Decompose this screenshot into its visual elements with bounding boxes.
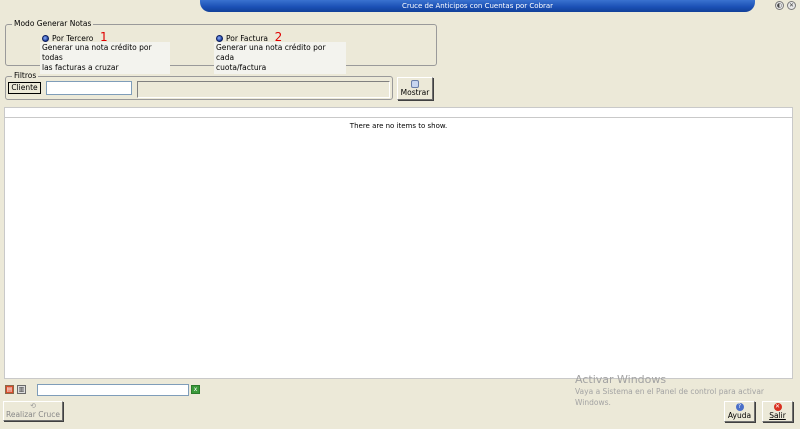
window-title: Cruce de Anticipos con Cuentas por Cobra… — [200, 0, 755, 12]
cliente-button[interactable]: Cliente — [8, 82, 41, 94]
por-factura-description: Generar una nota crédito por cada cuota/… — [214, 42, 346, 74]
radio-por-tercero[interactable] — [42, 35, 49, 42]
collapse-all-icon[interactable]: ▥ — [17, 385, 26, 394]
empty-message: There are no items to show. — [349, 122, 448, 130]
cliente-name-field — [137, 81, 390, 98]
mostrar-label: Mostrar — [400, 88, 430, 97]
por-factura-desc-line2: cuota/factura — [216, 63, 267, 72]
title-bar: Cruce de Anticipos con Cuentas por Cobra… — [0, 0, 800, 12]
cliente-code-input[interactable] — [46, 81, 132, 95]
mostrar-button[interactable]: Mostrar — [397, 77, 433, 100]
watermark-line1: Vaya a Sistema en el Panel de control pa… — [575, 387, 765, 396]
window-controls: ◐ ✕ — [775, 1, 796, 10]
search-input[interactable] — [37, 384, 189, 396]
salir-button[interactable]: ✕ Salir — [762, 401, 793, 422]
por-tercero-description: Generar una nota crédito por todas las f… — [40, 42, 170, 74]
restore-icon[interactable]: ◐ — [775, 1, 784, 10]
mostrar-icon — [411, 80, 419, 88]
items-grid[interactable]: There are no items to show. — [4, 118, 793, 379]
por-tercero-desc-line1: Generar una nota crédito por todas — [42, 43, 152, 62]
ayuda-button[interactable]: ? Ayuda — [724, 401, 755, 422]
por-tercero-desc-line2: las facturas a cruzar — [42, 63, 119, 72]
radio-por-factura[interactable] — [216, 35, 223, 42]
excel-export-icon[interactable]: x — [191, 385, 200, 394]
salir-label: Salir — [769, 411, 786, 420]
grid-header — [4, 107, 793, 118]
expand-all-icon[interactable]: ▤ — [5, 385, 14, 394]
ayuda-label: Ayuda — [727, 411, 752, 420]
help-icon: ? — [735, 403, 744, 411]
realizar-cruce-icon: ⟲ — [30, 402, 36, 410]
realizar-cruce-label: Realizar Cruce — [5, 410, 61, 419]
exit-icon: ✕ — [773, 403, 782, 411]
filtros-legend: Filtros — [12, 71, 39, 80]
por-factura-desc-line1: Generar una nota crédito por cada — [216, 43, 326, 62]
modo-generar-notas-group: Modo Generar Notas Por Tercero 1 Generar… — [5, 19, 437, 74]
watermark-title: Activar Windows — [575, 373, 667, 386]
realizar-cruce-button[interactable]: ⟲ Realizar Cruce — [3, 401, 63, 421]
modo-generar-notas-legend: Modo Generar Notas — [12, 19, 94, 28]
close-icon[interactable]: ✕ — [787, 1, 796, 10]
